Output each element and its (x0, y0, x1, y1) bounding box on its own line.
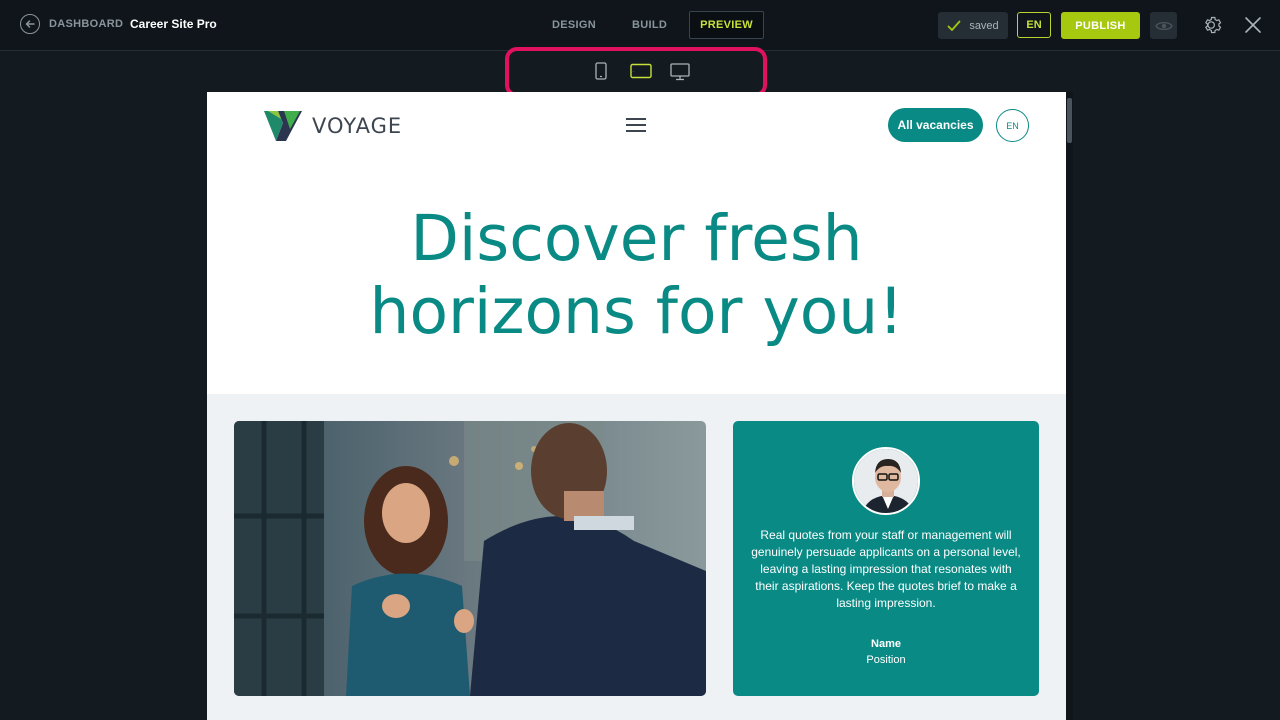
quote-text: Real quotes from your staff or managemen… (751, 528, 1021, 610)
content-section: Real quotes from your staff or managemen… (207, 394, 1066, 720)
check-icon (947, 20, 961, 31)
preview-scrollbar-thumb[interactable] (1067, 98, 1072, 143)
mode-tabs: DESIGN BUILD PREVIEW (534, 11, 764, 39)
team-photo (234, 421, 706, 696)
mobile-icon (595, 62, 607, 80)
site-preview-frame: VOYAGE All vacancies EN Discover fresh h… (207, 92, 1066, 720)
site-logo[interactable]: VOYAGE (264, 109, 402, 142)
site-name: Career Site Pro (130, 17, 217, 31)
hero-title: Discover fresh horizons for you! (207, 202, 1066, 348)
eye-icon (1154, 21, 1173, 30)
tab-preview[interactable]: PREVIEW (689, 11, 764, 39)
quote-card: Real quotes from your staff or managemen… (733, 421, 1039, 696)
preview-scrollbar[interactable] (1066, 92, 1073, 720)
all-vacancies-button[interactable]: All vacancies (888, 108, 983, 142)
hero-line-1: Discover fresh (410, 202, 863, 275)
hero-line-2: horizons for you! (369, 275, 904, 348)
avatar (852, 447, 920, 515)
arrow-left-icon (20, 14, 40, 34)
quote-author-position: Position (866, 654, 906, 666)
site-language-button[interactable]: EN (996, 109, 1029, 142)
gear-icon (1205, 16, 1222, 34)
saved-status: saved (938, 12, 1008, 39)
device-switcher (505, 47, 767, 97)
saved-label: saved (969, 19, 999, 32)
mobile-view-button[interactable] (595, 62, 607, 85)
close-button[interactable] (1243, 15, 1263, 35)
tab-design[interactable]: DESIGN (534, 11, 614, 39)
close-icon (1245, 17, 1261, 33)
voyage-logo-icon (264, 111, 302, 141)
preview-toggle-button[interactable] (1150, 12, 1177, 39)
language-button[interactable]: EN (1017, 12, 1051, 38)
back-label: DASHBOARD (49, 18, 124, 30)
desktop-icon (670, 63, 690, 81)
top-toolbar: DASHBOARD Career Site Pro DESIGN BUILD P… (0, 0, 1280, 51)
tablet-view-button[interactable] (630, 63, 652, 84)
publish-button[interactable]: PUBLISH (1061, 12, 1140, 39)
logo-text: VOYAGE (312, 113, 403, 138)
desktop-view-button[interactable] (670, 63, 690, 86)
tablet-icon (630, 63, 652, 79)
settings-button[interactable] (1202, 14, 1224, 36)
quote-author-name: Name (871, 638, 901, 650)
hamburger-menu-icon[interactable] (626, 118, 646, 134)
tab-build[interactable]: BUILD (614, 11, 685, 39)
back-to-dashboard-button[interactable]: DASHBOARD (20, 14, 123, 34)
